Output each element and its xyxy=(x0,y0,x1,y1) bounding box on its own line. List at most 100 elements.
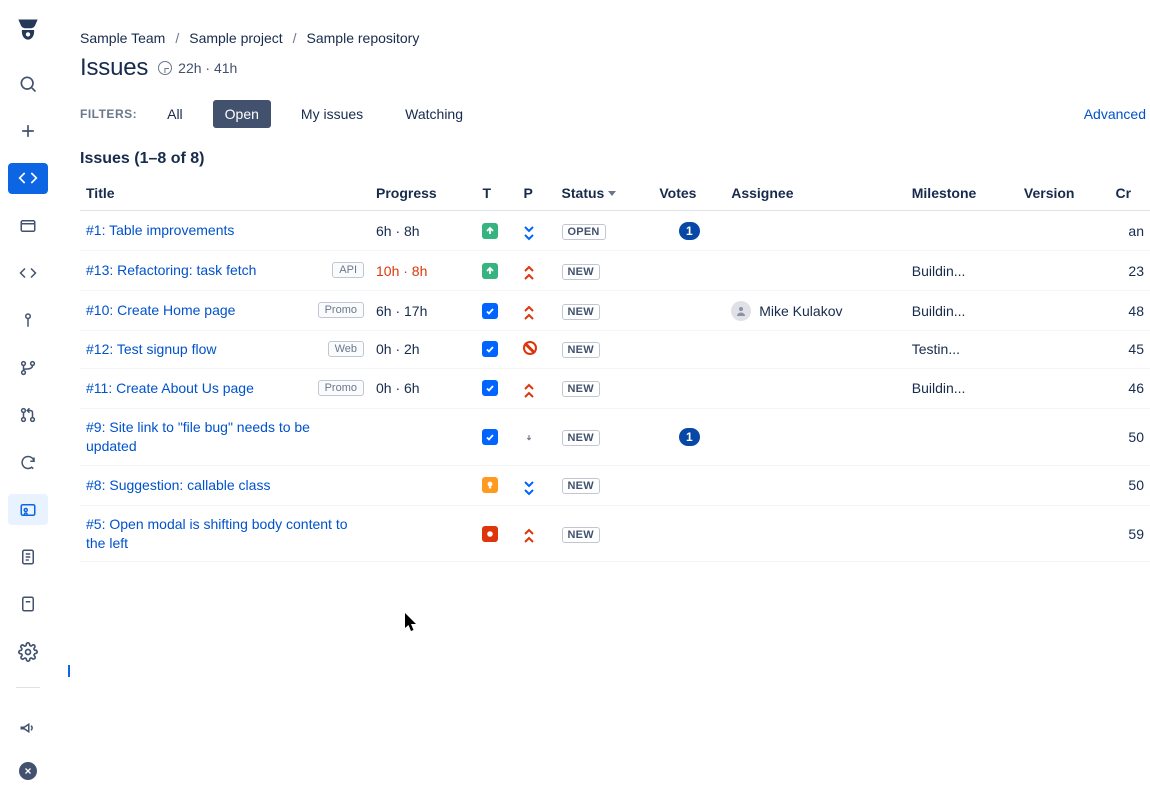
priority-low-icon xyxy=(523,225,535,241)
main-content: Sample Team / Sample project / Sample re… xyxy=(80,30,1150,562)
milestone-cell: Buildin... xyxy=(906,251,1018,291)
sidebar-resize-handle[interactable] xyxy=(68,665,70,677)
version-cell xyxy=(1018,291,1110,331)
col-priority[interactable]: P xyxy=(517,176,555,211)
table-row[interactable]: #12: Test signup flowWeb0h · 2hNEWTestin… xyxy=(80,331,1150,369)
nav-downloads[interactable] xyxy=(8,589,48,620)
issue-link[interactable]: #13: Refactoring: task fetch xyxy=(86,261,256,280)
created-cell: 48 xyxy=(1110,291,1150,331)
nav-pull-requests[interactable] xyxy=(8,399,48,430)
page-title: Issues xyxy=(80,54,148,82)
title-meta-text: 22h · 41h xyxy=(178,60,237,76)
app-logo-icon[interactable] xyxy=(14,16,42,44)
bug-type-icon xyxy=(482,526,498,542)
table-row[interactable]: #9: Site link to "file bug" needs to be … xyxy=(80,408,1150,465)
table-row[interactable]: #1: Table improvements 6h · 8h OPEN 1 an xyxy=(80,211,1150,251)
breadcrumb-team[interactable]: Sample Team xyxy=(80,30,165,46)
breadcrumb-repo[interactable]: Sample repository xyxy=(307,30,420,46)
nav-collapse-icon[interactable] xyxy=(19,762,37,780)
table-row[interactable]: #8: Suggestion: callable class NEW 50 xyxy=(80,465,1150,505)
created-cell: 46 xyxy=(1110,368,1150,408)
col-assignee[interactable]: Assignee xyxy=(725,176,906,211)
task-type-icon xyxy=(482,380,498,396)
milestone-cell xyxy=(906,211,1018,251)
sort-caret-icon xyxy=(608,191,616,196)
issue-tag: Promo xyxy=(318,380,364,396)
nav-source[interactable] xyxy=(8,163,48,194)
status-badge: NEW xyxy=(562,430,600,446)
issues-table: Title Progress T P Status Votes Assignee… xyxy=(80,176,1150,562)
issue-link[interactable]: #8: Suggestion: callable class xyxy=(86,476,270,495)
sidebar-divider xyxy=(16,687,40,688)
breadcrumb-sep: / xyxy=(175,30,179,46)
nav-wiki[interactable] xyxy=(8,541,48,572)
created-cell: 50 xyxy=(1110,465,1150,505)
priority-trivial-icon xyxy=(523,434,535,442)
nav-code[interactable] xyxy=(8,257,48,288)
nav-branches[interactable] xyxy=(8,352,48,383)
col-progress[interactable]: Progress xyxy=(370,176,476,211)
col-version[interactable]: Version xyxy=(1018,176,1110,211)
improvement-type-icon xyxy=(482,263,498,279)
created-cell: 59 xyxy=(1110,505,1150,562)
filter-watching[interactable]: Watching xyxy=(393,100,475,128)
filter-mine[interactable]: My issues xyxy=(289,100,375,128)
nav-settings[interactable] xyxy=(8,636,48,667)
version-cell xyxy=(1018,211,1110,251)
nav-issues[interactable] xyxy=(8,494,48,525)
table-row[interactable]: #10: Create Home pagePromo6h · 17hNEWMik… xyxy=(80,291,1150,331)
col-type[interactable]: T xyxy=(476,176,517,211)
issue-tag: API xyxy=(332,262,364,278)
status-badge: NEW xyxy=(562,264,600,280)
issue-link[interactable]: #9: Site link to "file bug" needs to be … xyxy=(86,418,356,456)
status-badge: NEW xyxy=(562,381,600,397)
nav-commits[interactable] xyxy=(8,305,48,336)
progress-text: 6h · 17h xyxy=(376,303,427,319)
filter-all[interactable]: All xyxy=(155,100,195,128)
nav-feedback[interactable] xyxy=(8,708,48,748)
col-created[interactable]: Cr xyxy=(1110,176,1150,211)
task-type-icon xyxy=(482,429,498,445)
created-cell: 50 xyxy=(1110,408,1150,465)
advanced-link[interactable]: Advanced xyxy=(1084,106,1146,122)
table-row[interactable]: #11: Create About Us pagePromo0h · 6hNEW… xyxy=(80,368,1150,408)
nav-boards[interactable] xyxy=(8,210,48,241)
milestone-cell: Testin... xyxy=(906,331,1018,369)
version-cell xyxy=(1018,505,1110,562)
assignee-name: Mike Kulakov xyxy=(759,303,842,319)
progress-text: 10h · 8h xyxy=(376,263,427,279)
issue-link[interactable]: #12: Test signup flow xyxy=(86,340,217,359)
milestone-cell: Buildin... xyxy=(906,291,1018,331)
table-row[interactable]: #5: Open modal is shifting body content … xyxy=(80,505,1150,562)
nav-pipelines[interactable] xyxy=(8,447,48,478)
status-badge: NEW xyxy=(562,527,600,543)
col-title[interactable]: Title xyxy=(80,176,370,211)
version-cell xyxy=(1018,368,1110,408)
nav-create[interactable] xyxy=(8,115,48,146)
nav-search[interactable] xyxy=(8,68,48,99)
issue-link[interactable]: #1: Table improvements xyxy=(86,221,234,240)
status-badge: NEW xyxy=(562,478,600,494)
issue-link[interactable]: #11: Create About Us page xyxy=(86,379,254,398)
col-milestone[interactable]: Milestone xyxy=(906,176,1018,211)
filter-open[interactable]: Open xyxy=(213,100,271,128)
status-badge: OPEN xyxy=(562,224,606,240)
progress-text: 6h · 8h xyxy=(376,223,420,239)
version-cell xyxy=(1018,408,1110,465)
breadcrumb-project[interactable]: Sample project xyxy=(189,30,282,46)
milestone-cell: Buildin... xyxy=(906,368,1018,408)
table-row[interactable]: #13: Refactoring: task fetch API 10h · 8h N… xyxy=(80,251,1150,291)
created-cell: an xyxy=(1110,211,1150,251)
priority-high-icon xyxy=(523,528,535,544)
title-meta: 22h · 41h xyxy=(158,60,237,76)
proposal-type-icon xyxy=(482,477,498,493)
vote-badge: 1 xyxy=(679,222,700,240)
vote-badge: 1 xyxy=(679,428,700,446)
breadcrumb-sep: / xyxy=(293,30,297,46)
issue-link[interactable]: #10: Create Home page xyxy=(86,301,235,320)
col-status[interactable]: Status xyxy=(556,176,654,211)
col-votes[interactable]: Votes xyxy=(653,176,725,211)
issue-link[interactable]: #5: Open modal is shifting body content … xyxy=(86,515,356,553)
issue-tag: Web xyxy=(328,341,364,357)
milestone-cell xyxy=(906,408,1018,465)
